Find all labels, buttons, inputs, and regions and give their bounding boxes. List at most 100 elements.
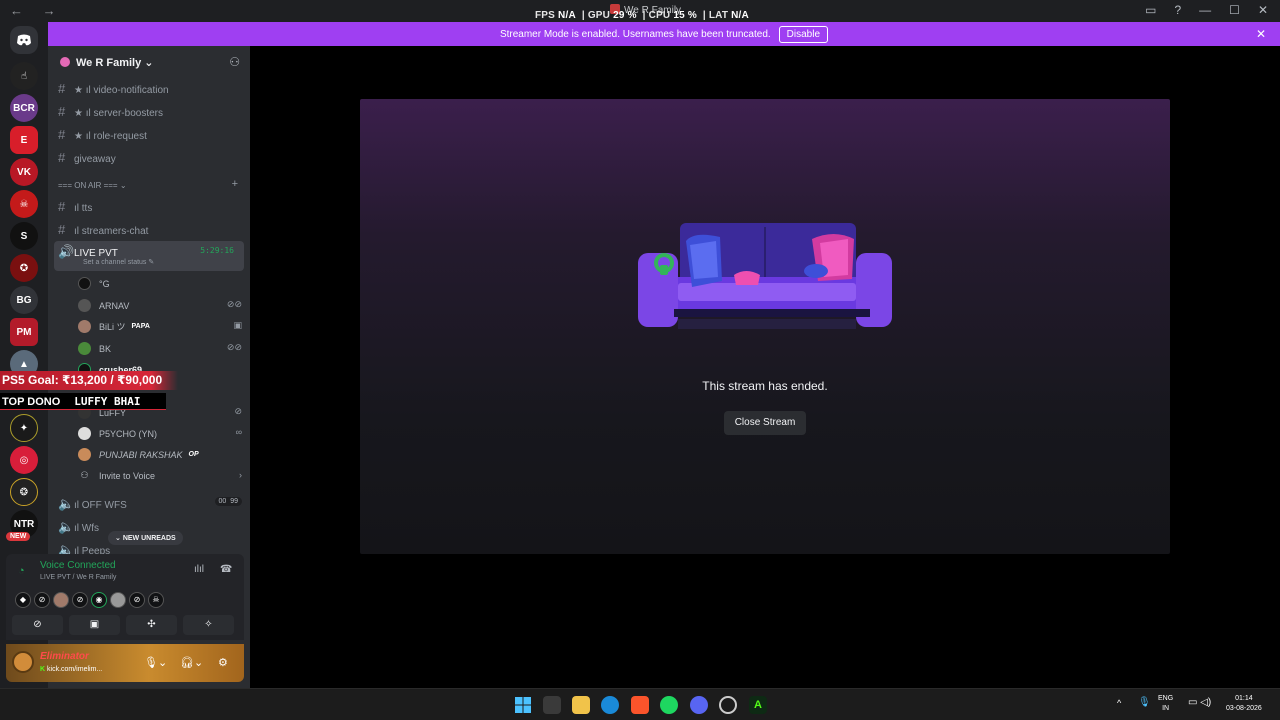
voice-participants: ◆ ⊘ ⊘ ◉ ⊘ ☠ (15, 592, 164, 608)
server-icon-bg[interactable]: BG (10, 286, 38, 314)
user-panel: Eliminator K kick.com/imelim... 🎙︎⌄ 🎧︎⌄ … (6, 644, 244, 682)
speaker-icon: 🔈 (58, 519, 75, 534)
brave-browser-icon[interactable] (631, 696, 649, 714)
microphone-icon[interactable]: 🎙︎⌄ (144, 656, 167, 669)
back-forward-icons[interactable]: ← → (10, 3, 64, 18)
server-icon-bcr[interactable]: BCR (10, 94, 38, 122)
activities-button[interactable]: ✣ (126, 615, 177, 635)
noise-suppression-icon[interactable]: ılıl (194, 564, 204, 575)
couch-illustration (638, 223, 892, 329)
hash-icon: # (58, 150, 66, 165)
avatar[interactable]: ⊘ (72, 592, 88, 608)
add-member-icon[interactable]: ⚇ (229, 55, 240, 69)
avatar[interactable]: ◉ (91, 592, 107, 608)
voice-connected-channel[interactable]: LIVE PVT / We R Family (40, 574, 116, 581)
server-icon-14[interactable]: ❂ (10, 478, 38, 506)
clock[interactable]: 01:14 03-08-2026 (1226, 694, 1262, 714)
muted-deafened-icon: ⊘⊘ (226, 299, 242, 309)
avatar[interactable]: ⊘ (129, 592, 145, 608)
hash-icon: # (58, 222, 66, 237)
donation-goal-overlay: PS5 Goal: ₹13,200 / ₹90,000 (0, 371, 178, 390)
spotify-icon[interactable] (660, 696, 678, 714)
signal-icon[interactable]: ◔ (18, 565, 25, 577)
chevron-up-icon[interactable]: ^ (1117, 698, 1121, 708)
channel-streamers-chat[interactable]: # ıl streamers-chat (58, 222, 148, 237)
server-icon-5[interactable]: ☠ (10, 190, 38, 218)
channel-giveaway[interactable]: # giveaway (58, 150, 116, 165)
app-icon[interactable]: A (749, 696, 767, 714)
avatar[interactable] (12, 651, 34, 673)
speaker-icon: 🔊 (58, 244, 75, 259)
discord-home-icon[interactable] (10, 26, 38, 54)
voice-channel-off-wfs[interactable]: 🔈ıl OFF WFS (58, 496, 127, 512)
channel-tts[interactable]: # ıl tts (58, 199, 92, 214)
taskbar: A ^ 🎙︎ ENG IN ▭ ◁) 01:14 03-08-2026 (0, 688, 1280, 720)
discord-taskbar-icon[interactable] (690, 696, 708, 714)
server-name[interactable]: We R Family ⌄ (60, 56, 154, 69)
settings-icon[interactable] (719, 696, 737, 714)
server-icon-13[interactable]: ◎ (10, 446, 38, 474)
voice-user[interactable]: BiLi ツ PAPA (78, 320, 150, 333)
channel-role-request[interactable]: # ★ ıl role-request (58, 127, 147, 142)
minimize-button[interactable]: — (1199, 3, 1211, 17)
chevron-down-icon: ⌄ (144, 57, 154, 69)
headphones-icon[interactable]: 🎧︎⌄ (180, 656, 203, 669)
disable-button[interactable]: Disable (778, 25, 829, 43)
close-window-button[interactable]: ✕ (1258, 3, 1268, 17)
new-unreads-button[interactable]: ⌄ NEW UNREADS (108, 531, 183, 545)
soundboard-button[interactable]: ✧ (183, 615, 234, 635)
live-timer: 5:29:16 (200, 246, 234, 255)
new-badge: NEW (6, 532, 31, 541)
microphone-tray-icon[interactable]: 🎙︎ (1138, 697, 1151, 708)
voice-controls: ⊘ ▣ ✣ ✧ (12, 615, 234, 635)
inbox-icon[interactable]: ▭ (1145, 3, 1156, 17)
network-volume-icons[interactable]: ▭ ◁) (1188, 697, 1211, 708)
voice-user[interactable]: °G (78, 277, 110, 290)
server-icon-12[interactable]: ✦ (10, 414, 38, 442)
voice-channel-wfs[interactable]: 🔈ıl Wfs (58, 519, 99, 535)
voice-user[interactable]: ARNAV (78, 299, 129, 312)
avatar (78, 448, 91, 461)
category-on-air[interactable]: === ON AIR === ⌄ (58, 181, 127, 190)
username[interactable]: Eliminator (40, 651, 89, 662)
disconnect-icon[interactable]: ☎ (220, 564, 232, 575)
invite-to-voice[interactable]: ⚇ Invite to Voice (78, 470, 155, 481)
channel-status[interactable]: Set a channel status ✎ (83, 258, 154, 266)
server-icon-e[interactable]: E (10, 126, 38, 154)
muted-icon: ⊘ (234, 406, 242, 416)
voice-user[interactable]: P5YCHO (YN) (78, 427, 157, 440)
voice-channel-live-pvt[interactable]: 🔊LIVE PVT 5:29:16 Set a channel status ✎ (54, 241, 244, 271)
windows-start-icon[interactable] (514, 696, 532, 714)
voice-connected-title[interactable]: Voice Connected (40, 560, 116, 571)
close-icon[interactable]: ✕ (1256, 27, 1266, 41)
channel-video-notification[interactable]: # ★ ıl video-notification (58, 81, 169, 96)
gear-icon[interactable]: ⚙ (218, 656, 228, 669)
channel-server-boosters[interactable]: # ★ ıl server-boosters (58, 104, 163, 119)
screen-share-button[interactable]: ▣ (69, 615, 120, 635)
server-icon-7[interactable]: ✪ (10, 254, 38, 282)
user-limit-badge: 00 99 (214, 497, 242, 506)
store-icon[interactable] (543, 696, 561, 714)
muted-deafened-icon: ⊘⊘ (226, 342, 242, 352)
avatar[interactable] (110, 592, 126, 608)
add-channel-icon[interactable]: + (232, 178, 238, 190)
language-indicator[interactable]: ENG IN (1158, 694, 1173, 714)
user-status: K kick.com/imelim... (40, 666, 103, 673)
file-explorer-icon[interactable] (572, 696, 590, 714)
voice-user[interactable]: BK (78, 342, 111, 355)
server-icon-vk[interactable]: VK (10, 158, 38, 186)
avatar[interactable]: ⊘ (34, 592, 50, 608)
avatar[interactable] (53, 592, 69, 608)
server-icon-pm[interactable]: PM (10, 318, 38, 346)
window-controls: ▭ ? — ☐ ✕ (1145, 3, 1268, 17)
help-icon[interactable]: ? (1174, 3, 1181, 17)
server-icon-6[interactable]: S (10, 222, 38, 250)
maximize-button[interactable]: ☐ (1229, 3, 1240, 17)
close-stream-button[interactable]: Close Stream (724, 411, 806, 435)
server-icon-1[interactable]: ☝ (10, 62, 38, 90)
edge-browser-icon[interactable] (601, 696, 619, 714)
camera-off-button[interactable]: ⊘ (12, 615, 63, 635)
avatar[interactable]: ☠ (148, 592, 164, 608)
avatar[interactable]: ◆ (15, 592, 31, 608)
voice-user[interactable]: PUNJABI RAKSHAK OP (78, 448, 199, 461)
